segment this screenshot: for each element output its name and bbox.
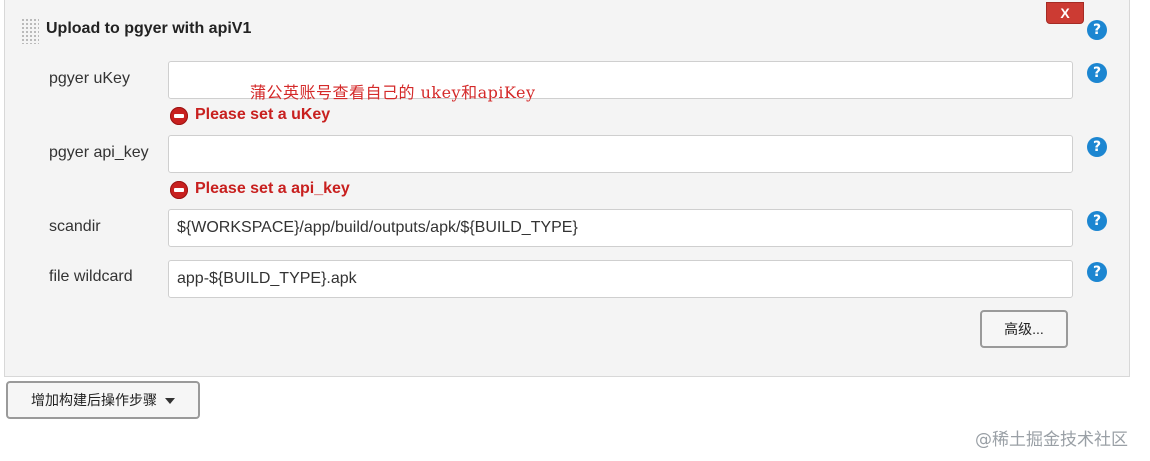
scandir-input[interactable] [168,209,1073,247]
annotation-note: 蒲公英账号查看自己的 ukey和apiKey [250,83,536,102]
add-post-build-step-button[interactable]: 增加构建后操作步骤 [6,381,200,419]
dropdown-caret-icon [165,398,175,405]
file-wildcard-label: file wildcard [49,268,133,285]
ukey-error-text: Please set a uKey [195,106,331,123]
drag-handle-icon[interactable] [21,18,39,44]
help-icon-ukey[interactable]: ? [1087,63,1107,83]
post-build-step-panel: Upload to pgyer with apiV1 X ? pgyer uKe… [4,0,1130,377]
pgyer-api-key-label: pgyer api_key [49,144,149,161]
file-wildcard-input[interactable] [168,260,1073,298]
panel-title: Upload to pgyer with apiV1 [46,20,252,37]
pgyer-ukey-label: pgyer uKey [49,70,130,87]
watermark: @稀土掘金技术社区 [975,430,1128,450]
pgyer-api-key-input[interactable] [168,135,1073,173]
help-icon-scandir[interactable]: ? [1087,211,1107,231]
scandir-label: scandir [49,218,101,235]
help-icon-step[interactable]: ? [1087,20,1107,40]
delete-step-button[interactable]: X [1046,2,1084,24]
help-icon-file-wildcard[interactable]: ? [1087,262,1107,282]
error-icon [170,107,188,125]
add-step-label: 增加构建后操作步骤 [31,392,157,408]
help-icon-api-key[interactable]: ? [1087,137,1107,157]
error-icon [170,181,188,199]
advanced-button[interactable]: 高级... [980,310,1068,348]
api-key-error-text: Please set a api_key [195,180,350,197]
